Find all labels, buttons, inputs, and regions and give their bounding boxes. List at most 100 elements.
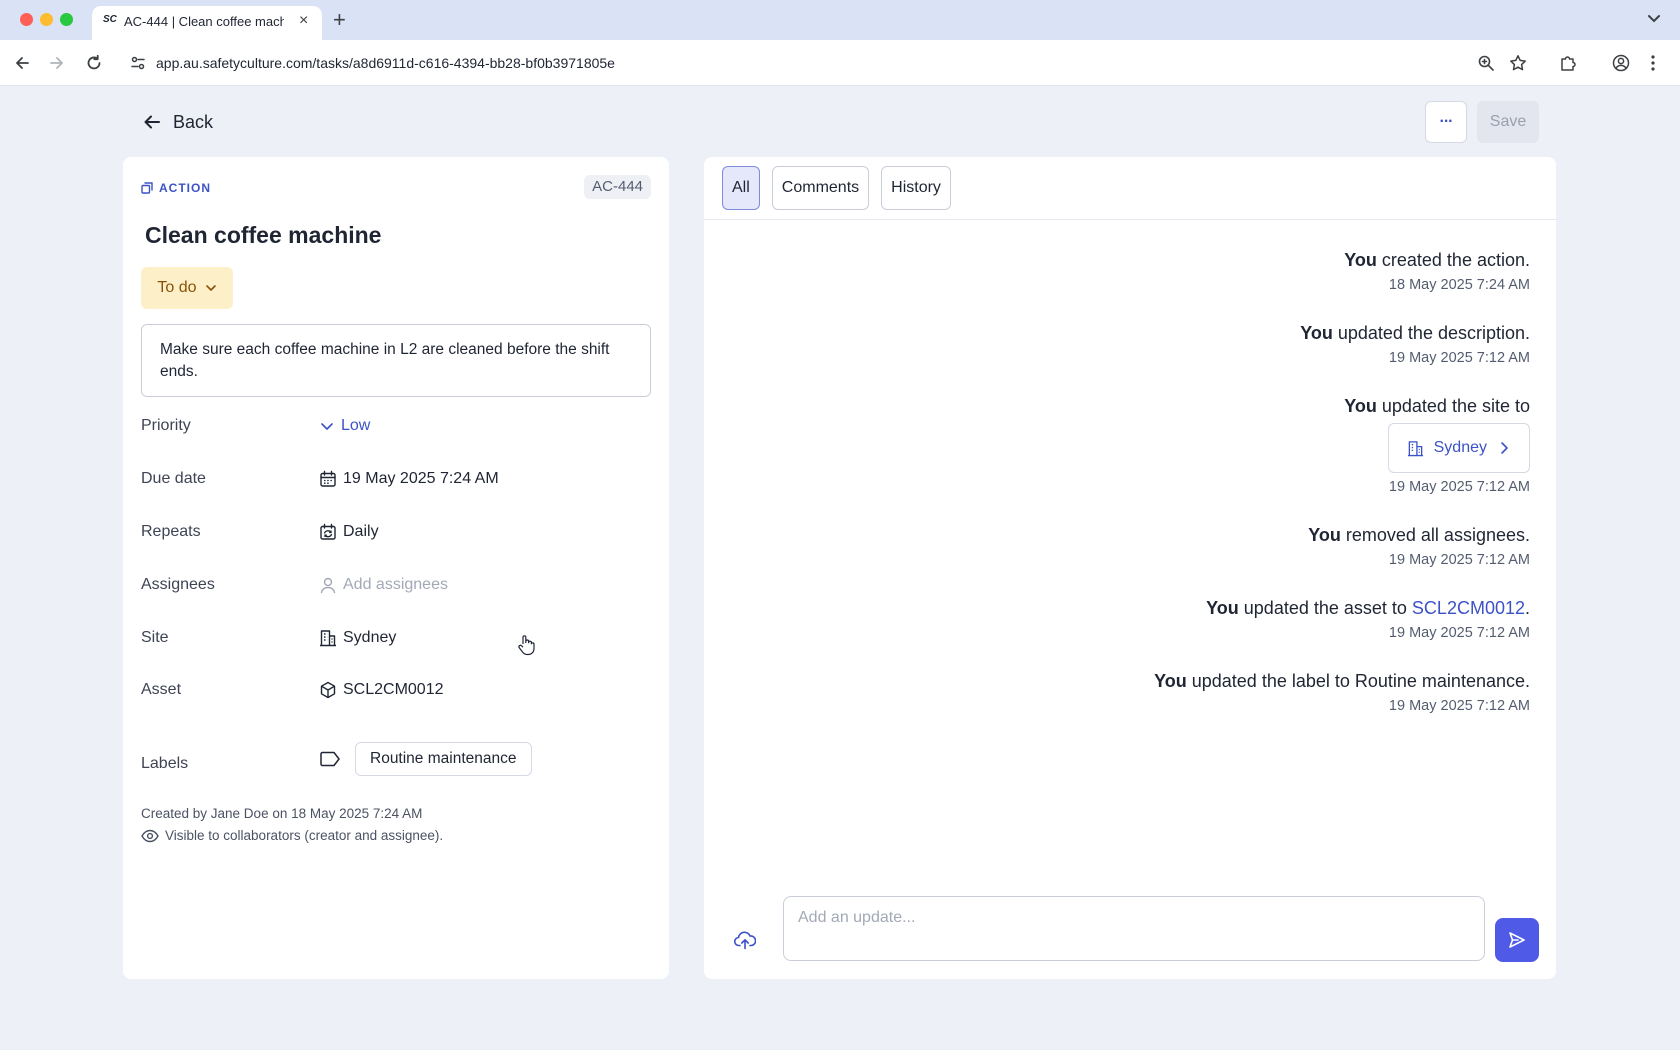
save-button[interactable]: Save bbox=[1477, 101, 1539, 143]
send-icon bbox=[1509, 932, 1525, 948]
activity-event: You updated the asset to SCL2CM0012. 19 … bbox=[1154, 597, 1530, 641]
event-text: updated the description. bbox=[1332, 323, 1530, 343]
browser-forward-icon[interactable] bbox=[48, 54, 66, 72]
browser-tab-bar: SC AC-444 | Clean coffee machine × + bbox=[0, 0, 1680, 40]
priority-dropdown[interactable]: Low bbox=[319, 417, 370, 435]
window-close-button[interactable] bbox=[20, 13, 33, 26]
url-bar[interactable]: app.au.safetyculture.com/tasks/a8d6911d-… bbox=[120, 45, 1560, 81]
browser-reload-icon[interactable] bbox=[85, 54, 103, 72]
cube-icon bbox=[320, 681, 336, 699]
activity-event: You updated the site to Sydney 19 May 20… bbox=[1154, 395, 1530, 495]
assignees-placeholder: Add assignees bbox=[343, 576, 448, 593]
site-settings-icon[interactable] bbox=[130, 55, 146, 71]
asset-value: SCL2CM0012 bbox=[343, 681, 444, 698]
status-dropdown[interactable]: To do bbox=[141, 267, 233, 309]
repeat-icon bbox=[320, 523, 336, 540]
event-actor: You bbox=[1206, 598, 1239, 618]
tab-all[interactable]: All bbox=[722, 166, 760, 210]
browser-address-bar: app.au.safetyculture.com/tasks/a8d6911d-… bbox=[0, 40, 1680, 86]
add-assignees-button[interactable]: Add assignees bbox=[319, 576, 448, 594]
event-time: 19 May 2025 7:12 AM bbox=[1388, 698, 1530, 714]
activity-divider bbox=[704, 219, 1556, 220]
tab-comments[interactable]: Comments bbox=[771, 166, 870, 210]
building-icon bbox=[1407, 440, 1423, 456]
tab-close-icon[interactable]: × bbox=[299, 12, 308, 30]
ellipsis-icon: ··· bbox=[1439, 113, 1454, 130]
priority-value: Low bbox=[341, 417, 371, 434]
asset-link[interactable]: SCL2CM0012 bbox=[1412, 598, 1525, 618]
url-text: app.au.safetyculture.com/tasks/a8d6911d-… bbox=[156, 55, 615, 71]
label-chip[interactable]: Routine maintenance bbox=[355, 742, 532, 776]
visibility-note: Visible to collaborators (creator and as… bbox=[141, 828, 443, 843]
event-actor: You bbox=[1344, 250, 1377, 270]
bookmark-star-icon[interactable] bbox=[1509, 54, 1527, 72]
event-text: removed all assignees. bbox=[1340, 525, 1530, 545]
browser-menu-icon[interactable] bbox=[1650, 54, 1656, 72]
priority-label: Priority bbox=[141, 417, 191, 434]
task-details-card: ACTION AC-444 Clean coffee machine To do… bbox=[123, 157, 669, 979]
created-by-text: Created by Jane Doe on 18 May 2025 7:24 … bbox=[141, 806, 423, 821]
extensions-icon[interactable] bbox=[1559, 54, 1577, 72]
status-label: To do bbox=[157, 279, 197, 296]
tag-icon bbox=[320, 751, 340, 767]
site-label: Site bbox=[141, 629, 169, 646]
repeats-label: Repeats bbox=[141, 523, 201, 540]
event-actor: You bbox=[1154, 671, 1187, 691]
task-id-badge: AC-444 bbox=[584, 175, 651, 199]
labels-field[interactable]: Routine maintenance bbox=[319, 742, 532, 776]
profile-icon[interactable] bbox=[1612, 54, 1630, 72]
zoom-icon[interactable] bbox=[1477, 54, 1495, 72]
window-maximize-button[interactable] bbox=[60, 13, 73, 26]
event-time: 19 May 2025 7:12 AM bbox=[1388, 479, 1530, 495]
site-value: Sydney bbox=[343, 629, 397, 646]
cloud-upload-icon[interactable] bbox=[734, 930, 756, 950]
event-text: updated the asset to bbox=[1238, 598, 1412, 618]
activity-event: You updated the label to Routine mainten… bbox=[1154, 670, 1530, 714]
event-text: created the action. bbox=[1376, 250, 1530, 270]
asset-selector[interactable]: SCL2CM0012 bbox=[319, 681, 444, 699]
repeats-value: Daily bbox=[343, 523, 379, 540]
chevron-down-icon bbox=[321, 423, 333, 430]
tab-title: AC-444 | Clean coffee machine bbox=[124, 14, 284, 29]
event-text: updated the site to bbox=[1376, 396, 1530, 416]
tab-history[interactable]: History bbox=[881, 166, 951, 210]
event-time: 19 May 2025 7:12 AM bbox=[1388, 350, 1530, 366]
more-options-button[interactable]: ··· bbox=[1425, 101, 1467, 143]
arrow-left-icon bbox=[144, 115, 160, 129]
back-button[interactable]: Back bbox=[143, 110, 213, 134]
description-field[interactable]: Make sure each coffee machine in L2 are … bbox=[141, 324, 651, 397]
window-minimize-button[interactable] bbox=[40, 13, 53, 26]
event-text: updated the label to Routine maintenance… bbox=[1186, 671, 1530, 691]
calendar-icon bbox=[320, 470, 336, 487]
event-actor: You bbox=[1300, 323, 1333, 343]
activity-feed: You created the action. 18 May 2025 7:24… bbox=[1154, 249, 1530, 743]
tab-search-chevron-icon[interactable] bbox=[1646, 10, 1662, 26]
task-type-label: ACTION bbox=[141, 181, 211, 195]
safetyculture-favicon-icon: SC bbox=[103, 14, 117, 25]
asset-label: Asset bbox=[141, 681, 182, 698]
event-time: 18 May 2025 7:24 AM bbox=[1388, 277, 1530, 293]
site-selector[interactable]: Sydney bbox=[319, 629, 396, 647]
event-actor: You bbox=[1344, 396, 1377, 416]
eye-icon bbox=[141, 829, 159, 842]
activity-event: You created the action. 18 May 2025 7:24… bbox=[1154, 249, 1530, 293]
due-date-label: Due date bbox=[141, 470, 206, 487]
event-actor: You bbox=[1308, 525, 1341, 545]
due-date-picker[interactable]: 19 May 2025 7:24 AM bbox=[319, 470, 499, 488]
back-label: Back bbox=[173, 111, 214, 132]
event-suffix: . bbox=[1524, 598, 1530, 618]
event-time: 19 May 2025 7:12 AM bbox=[1388, 552, 1530, 568]
activity-event: You removed all assignees. 19 May 2025 7… bbox=[1154, 524, 1530, 568]
update-input[interactable] bbox=[783, 896, 1485, 961]
task-title[interactable]: Clean coffee machine bbox=[145, 222, 381, 249]
chevron-right-icon bbox=[1501, 442, 1508, 454]
browser-back-icon[interactable] bbox=[13, 54, 31, 72]
repeats-dropdown[interactable]: Daily bbox=[319, 523, 379, 541]
site-link-chip[interactable]: Sydney bbox=[1387, 423, 1530, 473]
browser-tab[interactable]: SC AC-444 | Clean coffee machine × bbox=[92, 6, 322, 40]
user-icon bbox=[320, 577, 336, 594]
site-chip-label: Sydney bbox=[1433, 439, 1487, 456]
activity-card: All Comments History You created the act… bbox=[704, 157, 1556, 979]
send-button[interactable] bbox=[1495, 918, 1539, 962]
new-tab-icon[interactable]: + bbox=[333, 7, 346, 33]
